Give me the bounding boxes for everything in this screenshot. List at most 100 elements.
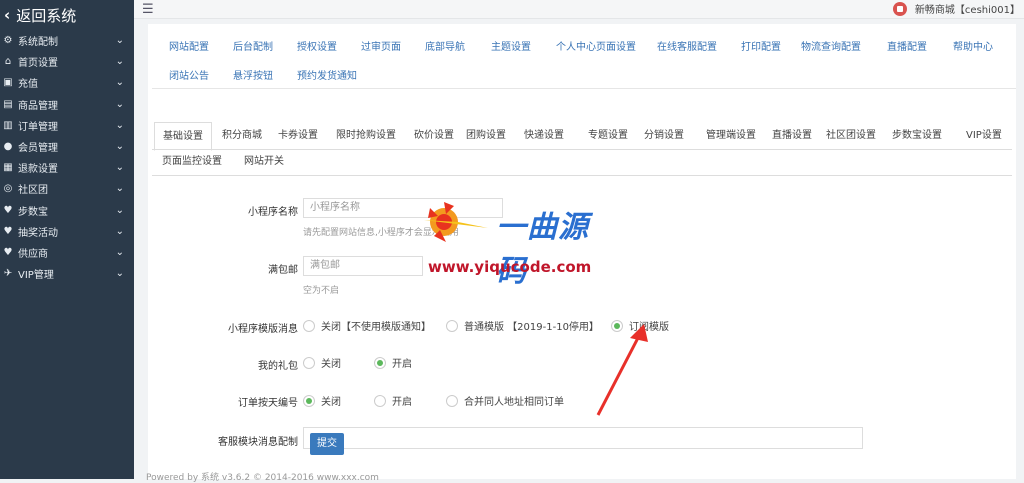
watermark-logo-icon: [424, 202, 488, 242]
recharge-icon: ▣: [3, 77, 13, 89]
primary-tab[interactable]: 帮助中心: [953, 38, 993, 53]
primary-tab[interactable]: 闭站公告: [169, 67, 209, 82]
sidebar-item-label: 社区团: [18, 185, 48, 197]
back-to-system-link[interactable]: ‹ 返回系统: [0, 0, 134, 30]
home-icon: ⌂: [4, 56, 12, 68]
secondary-tab[interactable]: 团购设置: [458, 122, 514, 149]
primary-tab[interactable]: 打印配置: [741, 38, 781, 53]
secondary-tabs: 基础设置 积分商城 卡券设置 限时抢购设置 砍价设置 团购设置 快递设置 专题设置 分销设置 管理…: [152, 122, 1012, 174]
sidebar-item[interactable]: ♥ 步数宝 ⌄: [0, 200, 134, 221]
secondary-tab[interactable]: 快递设置: [516, 122, 572, 149]
secondary-tab[interactable]: 直播设置: [764, 122, 820, 149]
sidebar-item-label: 退款设置: [18, 164, 58, 176]
heart-icon: ♥: [3, 204, 13, 216]
service-config-box: [303, 427, 863, 449]
sidebar-item-label: 商品管理: [18, 100, 58, 112]
heart-icon: ♥: [3, 246, 13, 258]
sidebar-item[interactable]: ▤ 商品管理 ⌄: [0, 94, 134, 115]
primary-tab[interactable]: 悬浮按钮: [233, 67, 273, 82]
primary-tab[interactable]: 授权设置: [297, 38, 337, 53]
primary-tab[interactable]: 主题设置: [491, 38, 531, 53]
radio-label: 合并同人地址相同订单: [464, 397, 564, 408]
radio-option[interactable]: 关闭【不使用模版通知】: [303, 318, 431, 333]
gear-icon: ⚙: [3, 35, 13, 47]
primary-tab[interactable]: 底部导航: [425, 38, 465, 53]
radio-circle-icon: [303, 356, 315, 369]
sidebar: ‹ 返回系统 ⚙ 系统配制 ⌄ ⌂ 首页设置 ⌄ ▣ 充值 ⌄ ▤ 商品管理 ⌄ ▥ 订单管理 ⌄ ● 会员管理…: [0, 0, 134, 479]
secondary-tab[interactable]: 社区团设置: [818, 122, 884, 149]
sidebar-item[interactable]: ▦ 退款设置 ⌄: [0, 157, 134, 178]
tab-divider: [152, 175, 1012, 176]
mini-name-label: 小程序名称: [248, 207, 298, 218]
shop-avatar-icon: [892, 1, 907, 16]
plane-icon: ✈: [3, 268, 13, 280]
submit-button[interactable]: 提交: [310, 433, 344, 455]
primary-tab[interactable]: 网站配置: [169, 38, 209, 53]
secondary-tab[interactable]: 分销设置: [636, 122, 692, 149]
members-icon: ●: [3, 141, 13, 153]
watermark-url: www.yiqucode.com: [428, 258, 592, 276]
sidebar-item-label: 步数宝: [18, 206, 48, 218]
radio-option[interactable]: 普通模版 【2019-1-10停用】: [446, 318, 599, 333]
refund-icon: ▦: [3, 162, 13, 174]
secondary-tab[interactable]: 页面监控设置: [154, 149, 230, 174]
sidebar-item[interactable]: ✈ VIP管理 ⌄: [0, 263, 134, 284]
radio-circle-icon: [303, 394, 315, 407]
sidebar-item-label: 充值: [18, 79, 38, 91]
secondary-tab[interactable]: 步数宝设置: [884, 122, 950, 149]
menu-toggle-icon[interactable]: ☰: [142, 2, 154, 17]
secondary-tab[interactable]: 基础设置: [154, 122, 212, 151]
primary-tab[interactable]: 直播配置: [887, 38, 927, 53]
secondary-tab[interactable]: 限时抢购设置: [328, 122, 404, 149]
radio-label: 开启: [392, 359, 412, 370]
sidebar-item-label: VIP管理: [18, 270, 54, 282]
secondary-tab[interactable]: 管理端设置: [698, 122, 764, 149]
radio-option[interactable]: 开启: [374, 393, 412, 408]
radio-option[interactable]: 开启: [374, 355, 412, 370]
sidebar-item-label: 会员管理: [18, 143, 58, 155]
chevron-down-icon: ⌄: [115, 162, 124, 174]
secondary-tab[interactable]: 专题设置: [580, 122, 636, 149]
secondary-tab[interactable]: VIP设置: [958, 122, 1010, 149]
radio-option[interactable]: 关闭: [303, 355, 341, 370]
secondary-tab[interactable]: 卡券设置: [270, 122, 326, 149]
chevron-down-icon: ⌄: [115, 183, 124, 195]
secondary-tab[interactable]: 网站开关: [236, 149, 292, 174]
secondary-tab[interactable]: 积分商城: [214, 122, 270, 149]
radio-option[interactable]: 关闭: [303, 393, 341, 408]
radio-option[interactable]: 合并同人地址相同订单: [446, 393, 564, 408]
secondary-tab[interactable]: 砍价设置: [406, 122, 462, 149]
gift-label: 我的礼包: [258, 361, 298, 372]
sidebar-item-label: 订单管理: [18, 121, 58, 133]
chevron-down-icon: ⌄: [115, 204, 124, 216]
chevron-down-icon: ⌄: [115, 119, 124, 131]
free-ship-label: 满包邮: [268, 265, 298, 276]
user-menu[interactable]: 新畅商城【ceshi001】: [892, 1, 1020, 16]
sidebar-item[interactable]: ▥ 订单管理 ⌄: [0, 115, 134, 136]
primary-tab[interactable]: 预约发货通知: [297, 67, 357, 82]
goods-icon: ▤: [3, 98, 13, 110]
primary-tab[interactable]: 物流查询配置: [801, 38, 861, 53]
primary-tab[interactable]: 过审页面: [361, 38, 401, 53]
primary-tab[interactable]: 个人中心页面设置: [556, 38, 636, 53]
sidebar-item[interactable]: ♥ 供应商 ⌄: [0, 242, 134, 263]
radio-label: 开启: [392, 397, 412, 408]
order-icon: ▥: [3, 119, 13, 131]
sidebar-item[interactable]: ⌂ 首页设置 ⌄: [0, 51, 134, 72]
sidebar-item[interactable]: ⚙ 系统配制 ⌄: [0, 30, 134, 51]
sidebar-item[interactable]: ● 会员管理 ⌄: [0, 136, 134, 157]
sidebar-item-label: 供应商: [18, 248, 48, 260]
chevron-down-icon: ⌄: [115, 225, 124, 237]
order-label: 订单按天编号: [238, 398, 298, 409]
sidebar-item[interactable]: ♥ 抽奖活动 ⌄: [0, 221, 134, 242]
free-ship-input[interactable]: 满包邮: [303, 256, 423, 276]
radio-circle-icon: [446, 319, 458, 332]
chevron-down-icon: ⌄: [115, 141, 124, 153]
primary-tab[interactable]: 在线客服配置: [657, 38, 717, 53]
tab-divider: [152, 149, 1012, 150]
chevron-down-icon: ⌄: [115, 98, 124, 110]
sidebar-item[interactable]: ◎ 社区团 ⌄: [0, 178, 134, 199]
primary-tab[interactable]: 后台配制: [233, 38, 273, 53]
sidebar-item-label: 系统配制: [18, 37, 58, 49]
sidebar-item[interactable]: ▣ 充值 ⌄: [0, 72, 134, 93]
